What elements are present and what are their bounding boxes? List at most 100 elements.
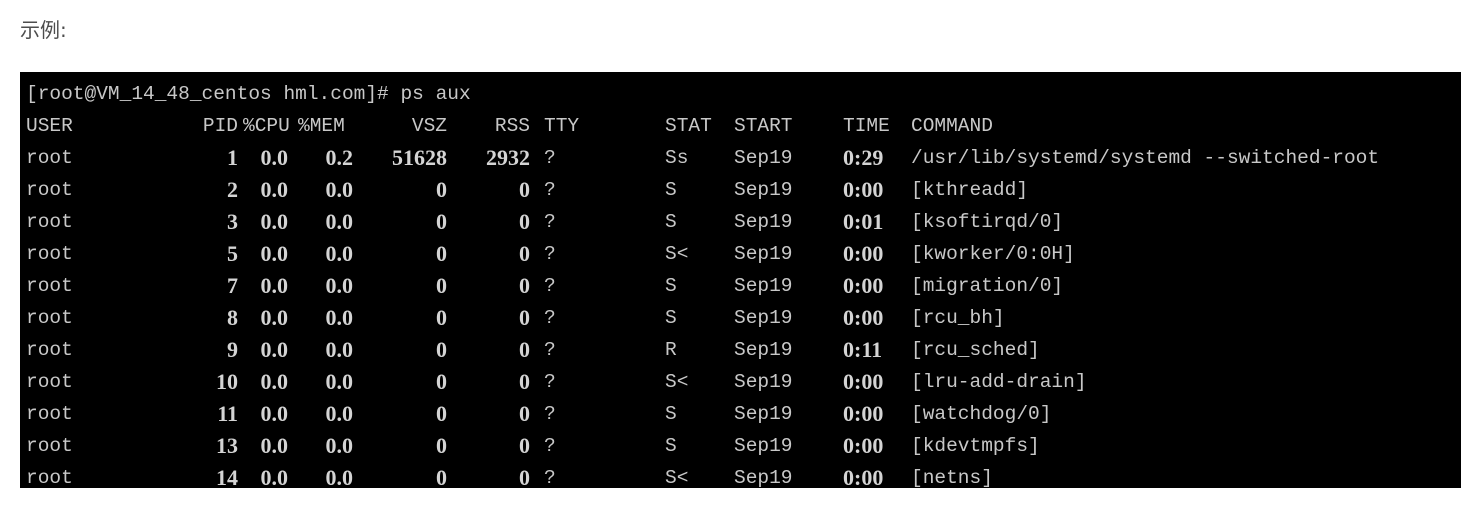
table-row: root 13 0.0 0.0 0 0? S Sep19 0:00 [kdevtmpfs] xyxy=(20,430,1461,462)
cell-vsz: 0 xyxy=(436,273,447,298)
cell-time: 0:29 xyxy=(843,145,884,170)
header-vsz: VSZ xyxy=(411,115,447,137)
cell-pid: 11 xyxy=(217,401,238,426)
header-user: USER xyxy=(26,115,73,137)
cell-stat: S xyxy=(665,211,677,233)
cell-user: root xyxy=(26,147,73,169)
cell-vsz: 0 xyxy=(436,369,447,394)
cell-tty: ? xyxy=(544,243,556,265)
cell-tty: ? xyxy=(544,435,556,457)
example-caption: 示例: xyxy=(20,18,67,42)
cell-cpu: 0.0 xyxy=(260,305,289,330)
cell-time: 0:00 xyxy=(843,369,884,394)
table-row: root 7 0.0 0.0 0 0? S Sep19 0:00 [migration/0] xyxy=(20,270,1461,302)
cell-tty: ? xyxy=(544,147,556,169)
cell-rss: 0 xyxy=(519,401,530,426)
cell-user: root xyxy=(26,211,73,233)
cell-vsz: 0 xyxy=(436,241,447,266)
cell-user: root xyxy=(26,179,73,201)
cell-command: [kworker/0:0H] xyxy=(911,243,1075,265)
cell-time: 0:01 xyxy=(843,209,884,234)
cell-start: Sep19 xyxy=(734,371,793,393)
cell-vsz: 0 xyxy=(436,337,447,362)
cell-stat: R xyxy=(665,339,677,361)
cell-vsz: 0 xyxy=(436,305,447,330)
cell-pid: 8 xyxy=(227,305,238,330)
cell-mem: 0.0 xyxy=(325,433,354,458)
cell-command: /usr/lib/systemd/systemd --switched-root xyxy=(911,147,1380,169)
table-row: root 1 0.0 0.2 51628 2932? Ss Sep19 0:29/usr/lib… xyxy=(20,142,1461,174)
cell-mem: 0.0 xyxy=(325,337,354,362)
cell-pid: 1 xyxy=(227,145,238,170)
cell-cpu: 0.0 xyxy=(260,177,289,202)
cell-user: root xyxy=(26,467,73,488)
cell-pid: 2 xyxy=(227,177,238,202)
cell-time: 0:00 xyxy=(843,177,884,202)
cell-rss: 2932 xyxy=(486,145,530,170)
cell-stat: S xyxy=(665,275,677,297)
cell-cpu: 0.0 xyxy=(260,401,289,426)
cell-user: root xyxy=(26,275,73,297)
cell-user: root xyxy=(26,403,73,425)
cell-mem: 0.2 xyxy=(325,145,354,170)
cell-rss: 0 xyxy=(519,465,530,488)
cell-vsz: 51628 xyxy=(392,145,447,170)
cell-time: 0:00 xyxy=(843,305,884,330)
cell-command: [watchdog/0] xyxy=(911,403,1052,425)
cell-cpu: 0.0 xyxy=(260,465,289,488)
cell-stat: S xyxy=(665,403,677,425)
cell-tty: ? xyxy=(544,339,556,361)
cell-command: [migration/0] xyxy=(911,275,1064,297)
cell-pid: 7 xyxy=(227,273,238,298)
cell-time: 0:00 xyxy=(843,465,884,488)
cell-start: Sep19 xyxy=(734,275,793,297)
cell-user: root xyxy=(26,339,73,361)
cell-cpu: 0.0 xyxy=(260,145,289,170)
cell-rss: 0 xyxy=(519,273,530,298)
cell-tty: ? xyxy=(544,467,556,488)
cell-pid: 14 xyxy=(216,465,238,488)
terminal-window[interactable]: [root@VM_14_48_centos hml.com]# ps aux U… xyxy=(20,72,1461,488)
cell-time: 0:11 xyxy=(843,337,883,362)
cell-start: Sep19 xyxy=(734,307,793,329)
header-tty: TTY xyxy=(544,115,580,137)
table-row: root 3 0.0 0.0 0 0? S Sep19 0:01 [ksoftirqd/0] xyxy=(20,206,1461,238)
cell-vsz: 0 xyxy=(436,209,447,234)
table-header: USER PID %CPU %MEM VSZ RSS TTY STAT STAR… xyxy=(20,110,1461,142)
cell-pid: 13 xyxy=(216,433,238,458)
cell-vsz: 0 xyxy=(436,465,447,488)
cell-tty: ? xyxy=(544,403,556,425)
cell-cpu: 0.0 xyxy=(260,369,289,394)
cell-user: root xyxy=(26,435,73,457)
cell-command: [netns] xyxy=(911,467,993,488)
table-row: root 8 0.0 0.0 0 0? S Sep19 0:00 [rcu_bh] xyxy=(20,302,1461,334)
cell-cpu: 0.0 xyxy=(260,337,289,362)
cell-mem: 0.0 xyxy=(325,401,354,426)
cell-pid: 5 xyxy=(227,241,238,266)
table-row: root 9 0.0 0.0 0 0? R Sep19 0:11 [rcu_sched] xyxy=(20,334,1461,366)
header-cpu: %CPU xyxy=(243,115,290,137)
cell-vsz: 0 xyxy=(436,433,447,458)
cell-start: Sep19 xyxy=(734,179,793,201)
cell-user: root xyxy=(26,307,73,329)
cell-stat: S xyxy=(665,435,677,457)
table-row: root 11 0.0 0.0 0 0? S Sep19 0:00 [watchdog/0] xyxy=(20,398,1461,430)
cell-tty: ? xyxy=(544,179,556,201)
cell-vsz: 0 xyxy=(436,401,447,426)
cell-rss: 0 xyxy=(519,177,530,202)
cell-command: [kdevtmpfs] xyxy=(911,435,1040,457)
cell-user: root xyxy=(26,371,73,393)
cell-rss: 0 xyxy=(519,209,530,234)
cell-pid: 3 xyxy=(227,209,238,234)
cell-rss: 0 xyxy=(519,305,530,330)
cell-stat: S< xyxy=(665,243,689,265)
cell-time: 0:00 xyxy=(843,273,884,298)
table-row: root 2 0.0 0.0 0 0? S Sep19 0:00 [kthreadd] xyxy=(20,174,1461,206)
cell-mem: 0.0 xyxy=(325,177,354,202)
cell-mem: 0.0 xyxy=(325,465,354,488)
cell-vsz: 0 xyxy=(436,177,447,202)
cell-start: Sep19 xyxy=(734,403,793,425)
cell-start: Sep19 xyxy=(734,467,793,488)
header-command: COMMAND xyxy=(911,115,993,137)
cell-start: Sep19 xyxy=(734,211,793,233)
